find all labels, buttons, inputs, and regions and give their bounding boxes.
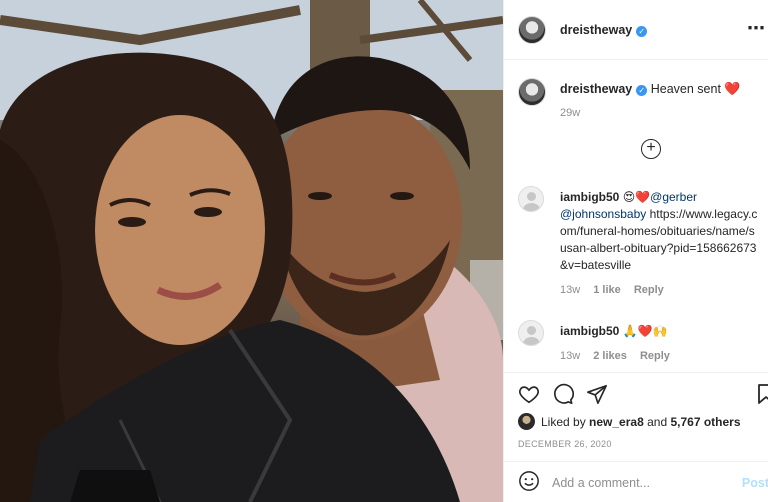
likes-others-link[interactable]: 5,767 others (670, 415, 740, 429)
add-comment-bar: Post (504, 461, 768, 502)
comment-bubble-icon[interactable] (552, 383, 574, 405)
reply-button[interactable]: Reply (634, 284, 664, 296)
author-avatar[interactable] (518, 15, 546, 44)
commenter-username[interactable]: iambigb50 (560, 324, 619, 338)
comment-text: iambigb50 😍❤️@gerber @johnsonsbaby https… (560, 189, 760, 274)
likes-summary: Liked by new_era8 and 5,767 others (518, 413, 741, 430)
verified-badge-icon: ✓ (636, 25, 648, 37)
red-heart-emoji: ❤️ (724, 81, 741, 96)
reply-button[interactable]: Reply (640, 350, 670, 362)
selfie-illustration (0, 0, 503, 502)
post-side-panel: dreistheway ✓ ⋯ dreistheway ✓ Heaven sent … (503, 0, 768, 502)
instagram-post-view: dreistheway ✓ ⋯ dreistheway ✓ Heaven sent … (0, 0, 768, 502)
caption-body: Heaven sent (650, 82, 721, 96)
post-comment-button[interactable]: Post (742, 476, 768, 490)
commenter-username[interactable]: iambigb50 (560, 190, 619, 204)
commenter-avatar[interactable] (518, 320, 544, 346)
comment-item: iambigb50 😍❤️@gerber @johnsonsbaby https… (518, 186, 768, 299)
comment-meta: 13w 1 like Reply (560, 282, 760, 299)
caption-timestamp[interactable]: 29w (560, 107, 741, 119)
comment-text: iambigb50 🙏❤️🙌 (560, 323, 760, 340)
comment-age[interactable]: 13w (560, 284, 580, 296)
comment-emoji: 🙏❤️🙌 (622, 324, 668, 338)
comment-item: iambigb50 🙏❤️🙌 13w 2 likes Reply (518, 320, 768, 365)
post-caption: dreistheway ✓ Heaven sent ❤️ 29w (518, 78, 763, 119)
comment-meta: 13w 2 likes Reply (560, 348, 760, 365)
save-bookmark-icon[interactable] (757, 383, 768, 405)
verified-badge-icon: ✓ (636, 85, 648, 96)
caption-text: dreistheway ✓ Heaven sent ❤️ (560, 81, 741, 97)
liker-username[interactable]: new_era8 (589, 415, 644, 429)
comment-likes[interactable]: 1 like (593, 284, 621, 296)
post-date[interactable]: DECEMBER 26, 2020 (518, 439, 612, 449)
liker-avatar[interactable] (518, 413, 535, 430)
like-heart-icon[interactable] (518, 383, 540, 405)
likes-prefix: Liked by (541, 414, 586, 429)
comment-emoji: 😍❤️ (622, 190, 651, 204)
mention-link[interactable]: @johnsonsbaby (560, 207, 646, 221)
load-more-comments-plus-circle-icon[interactable]: + (641, 139, 661, 159)
add-comment-input[interactable] (552, 475, 732, 490)
post-photo[interactable] (0, 0, 503, 502)
author-username[interactable]: dreistheway ✓ (560, 23, 648, 37)
post-actions: Liked by new_era8 and 5,767 others DECEM… (504, 372, 768, 502)
comment-likes[interactable]: 2 likes (593, 350, 627, 362)
comment-age[interactable]: 13w (560, 350, 580, 362)
caption-author-avatar[interactable] (518, 78, 546, 106)
post-header: dreistheway ✓ ⋯ (504, 0, 768, 60)
emoji-smiley-icon[interactable] (518, 470, 540, 495)
share-paper-plane-icon[interactable] (586, 383, 608, 405)
caption-username[interactable]: dreistheway (560, 82, 632, 96)
commenter-avatar[interactable] (518, 186, 544, 212)
mention-link[interactable]: @gerber (650, 190, 697, 204)
likes-joiner: and (647, 414, 668, 429)
more-options-icon[interactable]: ⋯ (747, 18, 766, 39)
